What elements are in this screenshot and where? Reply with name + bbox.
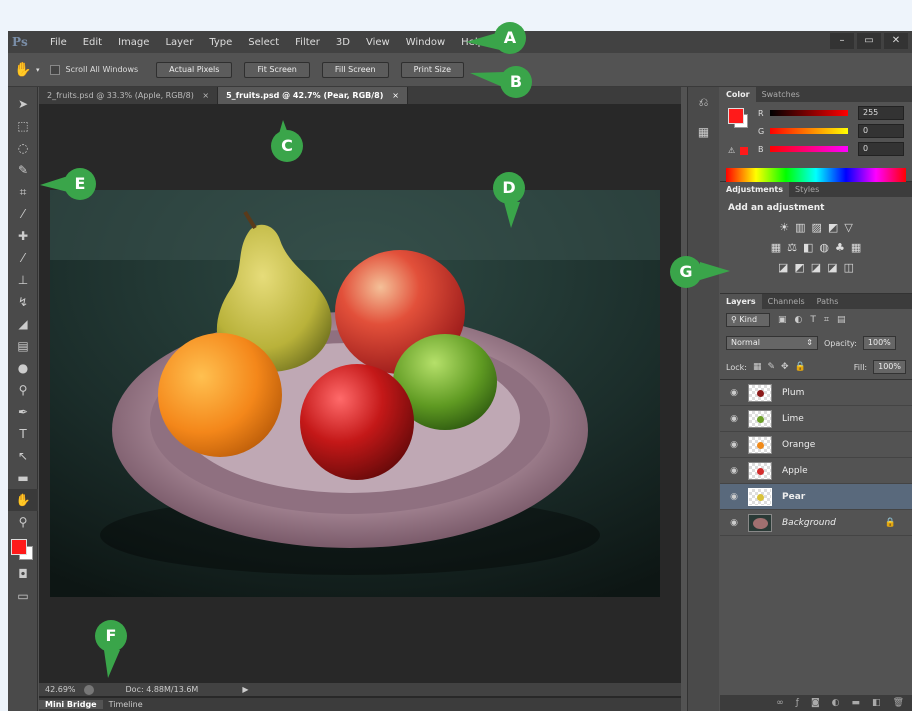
callout-f: F xyxy=(95,620,127,652)
callout-g: G xyxy=(670,256,702,288)
callout-g-pointer xyxy=(700,262,730,280)
callout-e: E xyxy=(64,168,96,200)
callout-pointers xyxy=(40,32,730,678)
callout-a: A xyxy=(494,22,526,54)
callout-b: B xyxy=(500,66,532,98)
callout-f-pointer xyxy=(104,650,120,678)
callout-d: D xyxy=(493,172,525,204)
callout-d-pointer xyxy=(504,202,520,228)
callout-c: C xyxy=(271,130,303,162)
